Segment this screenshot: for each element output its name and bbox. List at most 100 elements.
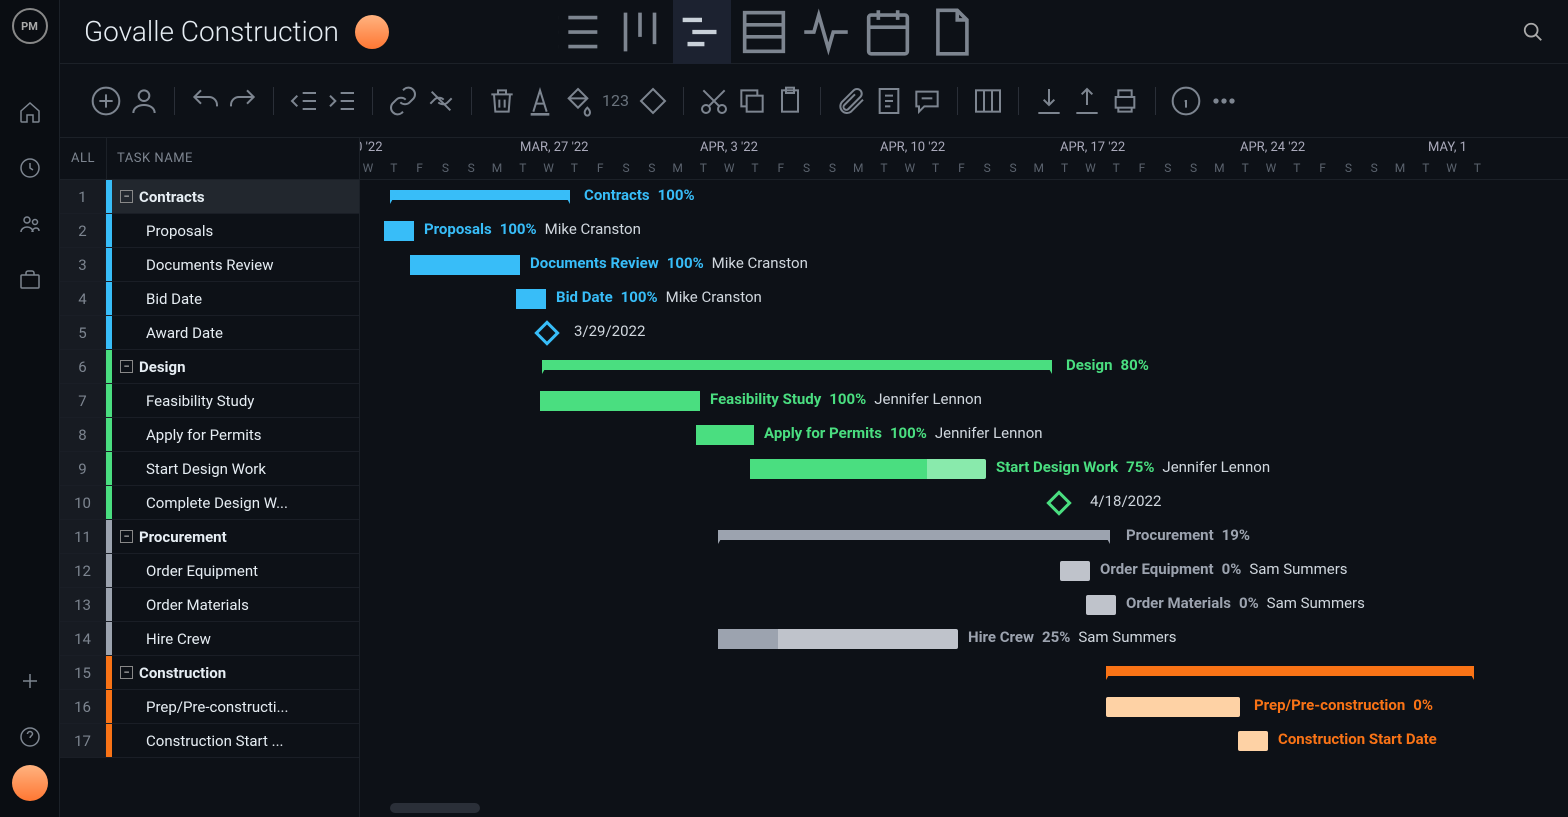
- search-icon[interactable]: [1522, 21, 1544, 43]
- bar-label: Order Materials0%Sam Summers: [1126, 594, 1365, 612]
- add-task-icon[interactable]: [90, 85, 122, 117]
- milestone-icon[interactable]: [534, 320, 559, 345]
- week-label: MAY, 1: [1428, 140, 1467, 155]
- calendar-view-icon[interactable]: [859, 0, 917, 64]
- col-all[interactable]: ALL: [60, 151, 106, 166]
- notes-icon[interactable]: [873, 85, 905, 117]
- task-row[interactable]: 8Apply for Permits: [60, 418, 359, 452]
- gantt-view-icon[interactable]: [673, 0, 731, 64]
- task-row[interactable]: 5Award Date: [60, 316, 359, 350]
- task-bar[interactable]: [1086, 595, 1116, 615]
- files-view-icon[interactable]: [921, 0, 979, 64]
- import-icon[interactable]: [1033, 85, 1065, 117]
- task-bar[interactable]: [1106, 697, 1240, 717]
- milestone-shape-icon[interactable]: [637, 85, 669, 117]
- help-icon[interactable]: [18, 725, 42, 749]
- collapse-icon[interactable]: −: [120, 360, 133, 373]
- collapse-icon[interactable]: −: [120, 530, 133, 543]
- horizontal-scrollbar[interactable]: [390, 803, 480, 813]
- task-row[interactable]: 6−Design: [60, 350, 359, 384]
- task-row[interactable]: 9Start Design Work: [60, 452, 359, 486]
- assign-icon[interactable]: [128, 85, 160, 117]
- week-label: APR, 3 '22: [700, 140, 758, 155]
- task-row[interactable]: 3Documents Review: [60, 248, 359, 282]
- comment-icon[interactable]: [911, 85, 943, 117]
- list-view-icon[interactable]: [549, 0, 607, 64]
- task-row[interactable]: 16Prep/Pre-constructi...: [60, 690, 359, 724]
- activity-view-icon[interactable]: [797, 0, 855, 64]
- task-bar[interactable]: [384, 221, 414, 241]
- bar-label: Prep/Pre-construction0%: [1254, 696, 1433, 714]
- link-icon[interactable]: [387, 85, 419, 117]
- task-row[interactable]: 10Complete Design W...: [60, 486, 359, 520]
- portfolio-icon[interactable]: [18, 268, 42, 292]
- day-letter: T: [1242, 161, 1249, 175]
- cut-icon[interactable]: [698, 85, 730, 117]
- day-letter: M: [853, 161, 863, 175]
- info-icon[interactable]: [1170, 85, 1202, 117]
- attach-icon[interactable]: [835, 85, 867, 117]
- copy-icon[interactable]: [736, 85, 768, 117]
- sheet-view-icon[interactable]: [735, 0, 793, 64]
- app-logo[interactable]: PM: [12, 8, 48, 44]
- summary-bar[interactable]: [718, 530, 1110, 540]
- task-row[interactable]: 1−Contracts: [60, 180, 359, 214]
- task-bar[interactable]: [1060, 561, 1090, 581]
- task-row[interactable]: 17Construction Start ...: [60, 724, 359, 758]
- toolbar-number[interactable]: 123: [600, 91, 631, 110]
- redo-icon[interactable]: [227, 85, 259, 117]
- indent-icon[interactable]: [326, 85, 358, 117]
- row-number: 10: [60, 486, 106, 519]
- task-bar[interactable]: [696, 425, 754, 445]
- task-name: Bid Date: [112, 290, 359, 308]
- day-letter: T: [1061, 161, 1068, 175]
- task-row[interactable]: 12Order Equipment: [60, 554, 359, 588]
- collapse-icon[interactable]: −: [120, 190, 133, 203]
- user-avatar[interactable]: [12, 765, 48, 801]
- gantt-chart[interactable]: , 20 '22MAR, 27 '22APR, 3 '22APR, 10 '22…: [360, 138, 1568, 817]
- task-bar[interactable]: [410, 255, 520, 275]
- task-bar[interactable]: [516, 289, 546, 309]
- gantt-row: Order Materials0%Sam Summers: [360, 588, 1568, 622]
- more-icon[interactable]: [1208, 85, 1240, 117]
- home-icon[interactable]: [18, 100, 42, 124]
- task-row[interactable]: 4Bid Date: [60, 282, 359, 316]
- task-row[interactable]: 13Order Materials: [60, 588, 359, 622]
- day-letter: M: [1214, 161, 1224, 175]
- columns-icon[interactable]: [972, 85, 1004, 117]
- add-icon[interactable]: [18, 669, 42, 693]
- day-letter: F: [1319, 161, 1326, 175]
- day-letter: S: [1371, 161, 1378, 175]
- task-row[interactable]: 11−Procurement: [60, 520, 359, 554]
- task-row[interactable]: 14Hire Crew: [60, 622, 359, 656]
- text-color-icon[interactable]: [524, 85, 556, 117]
- outdent-icon[interactable]: [288, 85, 320, 117]
- board-view-icon[interactable]: [611, 0, 669, 64]
- task-bar[interactable]: [1238, 731, 1268, 751]
- collapse-icon[interactable]: −: [120, 666, 133, 679]
- task-bar[interactable]: [718, 629, 958, 649]
- col-task-name[interactable]: TASK NAME: [106, 138, 359, 179]
- summary-bar[interactable]: [390, 190, 570, 200]
- summary-bar[interactable]: [1106, 666, 1474, 676]
- unlink-icon[interactable]: [425, 85, 457, 117]
- task-bar[interactable]: [750, 459, 986, 479]
- fill-color-icon[interactable]: [562, 85, 594, 117]
- export-icon[interactable]: [1071, 85, 1103, 117]
- task-bar[interactable]: [540, 391, 700, 411]
- print-icon[interactable]: [1109, 85, 1141, 117]
- summary-bar[interactable]: [542, 360, 1052, 370]
- day-letter: S: [984, 161, 991, 175]
- recent-icon[interactable]: [18, 156, 42, 180]
- bar-label: Documents Review100%Mike Cranston: [530, 254, 808, 272]
- paste-icon[interactable]: [774, 85, 806, 117]
- bar-label: Start Design Work75%Jennifer Lennon: [996, 458, 1270, 476]
- task-row[interactable]: 15−Construction: [60, 656, 359, 690]
- task-row[interactable]: 7Feasibility Study: [60, 384, 359, 418]
- delete-icon[interactable]: [486, 85, 518, 117]
- milestone-icon[interactable]: [1046, 490, 1071, 515]
- task-row[interactable]: 2Proposals: [60, 214, 359, 248]
- undo-icon[interactable]: [189, 85, 221, 117]
- project-owner-avatar[interactable]: [355, 15, 389, 49]
- team-icon[interactable]: [18, 212, 42, 236]
